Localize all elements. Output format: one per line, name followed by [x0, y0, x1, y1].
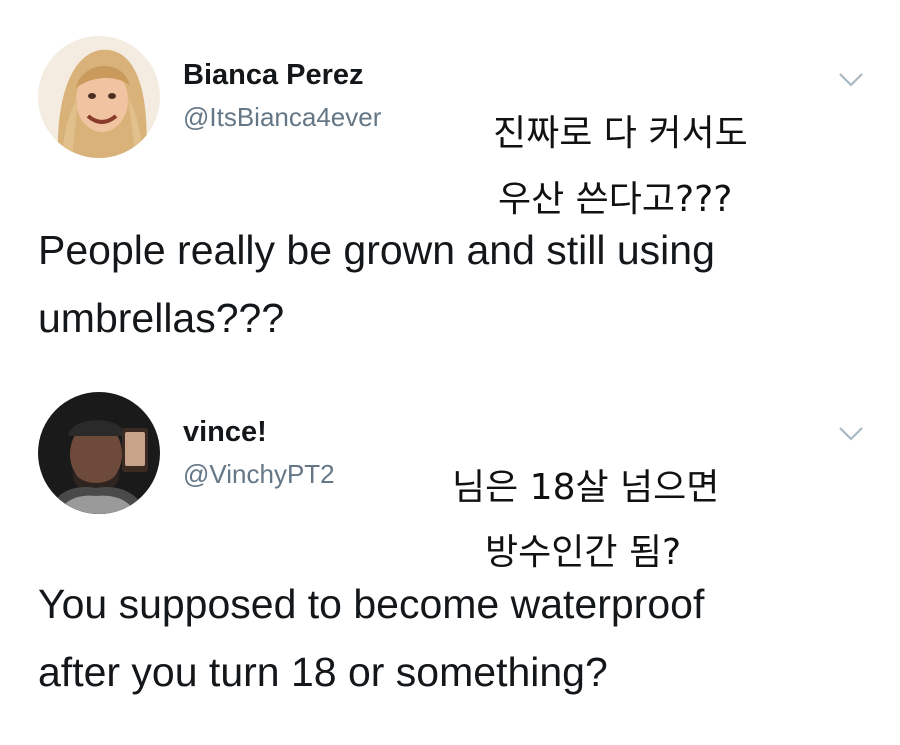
- handle[interactable]: @VinchyPT2: [183, 459, 335, 490]
- avatar-photo-icon: [38, 392, 160, 514]
- chevron-down-icon[interactable]: [838, 426, 864, 442]
- avatar[interactable]: [38, 392, 160, 514]
- tweet-text-line-1: You supposed to become waterproof: [38, 581, 705, 627]
- tweet-2: vince! @VinchyPT2 님은 18살 넘으면 방수인간 됨? You…: [0, 0, 900, 745]
- tweet-text: You supposed to become waterproof after …: [38, 570, 878, 706]
- caption-line-2: 방수인간 됨?: [485, 532, 682, 573]
- caption-line-1: 님은 18살 넘으면: [452, 467, 720, 508]
- display-name[interactable]: vince!: [183, 416, 267, 449]
- tweet-text-line-2: after you turn 18 or something?: [38, 649, 608, 695]
